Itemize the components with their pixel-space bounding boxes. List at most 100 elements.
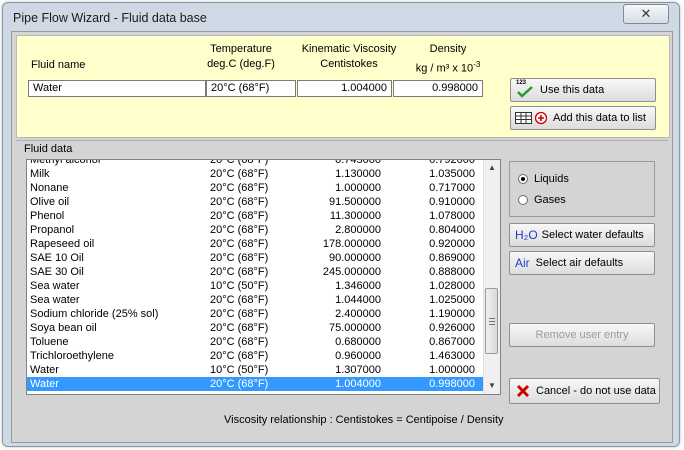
fluid-list-row[interactable]: Trichloroethylene 20°C (68°F) 0.960000 1.46… bbox=[27, 349, 483, 363]
select-air-defaults-button[interactable]: Air Select air defaults bbox=[509, 251, 655, 275]
list-scrollbar[interactable]: ▲ ▼ bbox=[483, 160, 500, 394]
viscosity-cell: 0.680000 bbox=[335, 336, 381, 348]
fluid-name-field[interactable]: Water bbox=[28, 80, 206, 97]
viscosity-cell: 2.400000 bbox=[335, 308, 381, 320]
liquids-radio[interactable]: Liquids bbox=[518, 173, 569, 185]
fluid-list-row[interactable]: Rapeseed oil 20°C (68°F) 178.000000 0.92000… bbox=[27, 237, 483, 251]
window-title: Pipe Flow Wizard - Fluid data base bbox=[13, 11, 207, 25]
fluid-list-row[interactable]: Water 20°C (68°F) 1.004000 0.998000 bbox=[27, 377, 483, 391]
gases-label: Gases bbox=[534, 194, 566, 206]
fluid-name-cell: SAE 10 Oil bbox=[30, 252, 84, 264]
fluid-list-row[interactable]: Sodium chloride (25% sol) 20°C (68°F) 2.40… bbox=[27, 307, 483, 321]
dialog-client: Fluid name Temperature deg.C (deg.F) Kin… bbox=[11, 31, 673, 443]
density-cell: 0.910000 bbox=[429, 196, 475, 208]
radio-selected-icon[interactable] bbox=[518, 174, 528, 184]
fluid-list-row[interactable]: Toluene 20°C (68°F) 0.680000 0.867000 bbox=[27, 335, 483, 349]
fluid-list-row[interactable]: Sea water 10°C (50°F) 1.346000 1.028000 bbox=[27, 279, 483, 293]
fluid-database-window: Pipe Flow Wizard - Fluid data base ✕ Flu… bbox=[2, 2, 680, 447]
temperature-header: Temperature deg.C (deg.F) bbox=[207, 43, 275, 70]
density-cell: 0.926000 bbox=[429, 322, 475, 334]
close-button[interactable]: ✕ bbox=[623, 4, 669, 24]
cancel-label: Cancel - do not use data bbox=[536, 385, 656, 397]
fluid-list-row[interactable]: Methyl alcohol 20°C (68°F) 0.745000 0.79200… bbox=[27, 159, 483, 167]
temperature-field[interactable]: 20°C (68°F) bbox=[206, 80, 296, 97]
temperature-cell: 20°C (68°F) bbox=[210, 182, 269, 194]
temperature-cell: 20°C (68°F) bbox=[210, 159, 269, 166]
fluid-list-row[interactable]: Olive oil 20°C (68°F) 91.500000 0.910000 bbox=[27, 195, 483, 209]
fluid-list-row[interactable]: Milk 20°C (68°F) 1.130000 1.035000 bbox=[27, 167, 483, 181]
viscosity-field[interactable]: 1.004000 bbox=[297, 80, 392, 97]
temperature-cell: 20°C (68°F) bbox=[210, 238, 269, 250]
fluid-list-row[interactable]: Nonane 20°C (68°F) 1.000000 0.717000 bbox=[27, 181, 483, 195]
temperature-cell: 20°C (68°F) bbox=[210, 196, 269, 208]
fluid-name-cell: SAE 30 Oil bbox=[30, 266, 84, 278]
fluid-list-row[interactable]: SAE 30 Oil 20°C (68°F) 245.000000 0.888000 bbox=[27, 265, 483, 279]
scroll-up-arrow-icon[interactable]: ▲ bbox=[484, 160, 500, 176]
temperature-cell: 20°C (68°F) bbox=[210, 350, 269, 362]
viscosity-cell: 0.745000 bbox=[335, 159, 381, 166]
fluid-name-cell: Olive oil bbox=[30, 196, 70, 208]
viscosity-cell: 11.300000 bbox=[329, 210, 381, 222]
temperature-cell: 10°C (50°F) bbox=[210, 280, 269, 292]
selected-fluid-panel: Fluid name Temperature deg.C (deg.F) Kin… bbox=[16, 35, 670, 138]
viscosity-cell: 0.960000 bbox=[335, 350, 381, 362]
density-field[interactable]: 0.998000 bbox=[393, 80, 483, 97]
water-molecule-icon: H₂O bbox=[515, 228, 538, 242]
temperature-cell: 20°C (68°F) bbox=[210, 224, 269, 236]
fluid-name-cell: Water bbox=[30, 378, 59, 390]
fluid-name-cell: Trichloroethylene bbox=[30, 350, 114, 362]
use-this-data-button[interactable]: 123 Use this data bbox=[510, 78, 656, 102]
cancel-button[interactable]: Cancel - do not use data bbox=[509, 378, 660, 404]
fluid-name-cell: Propanol bbox=[30, 224, 75, 236]
fluid-name-cell: Methyl alcohol bbox=[30, 159, 101, 166]
scroll-down-arrow-icon[interactable]: ▼ bbox=[484, 378, 500, 394]
fluid-list[interactable]: Methyl alcohol 20°C (68°F) 0.745000 0.79200… bbox=[26, 159, 501, 395]
close-icon[interactable]: ✕ bbox=[641, 6, 652, 21]
viscosity-cell: 1.346000 bbox=[335, 280, 381, 292]
gases-radio[interactable]: Gases bbox=[518, 194, 566, 206]
temperature-cell: 20°C (68°F) bbox=[210, 378, 269, 390]
density-cell: 0.920000 bbox=[429, 238, 475, 250]
density-cell: 0.869000 bbox=[429, 252, 475, 264]
viscosity-cell: 1.044000 bbox=[335, 294, 381, 306]
fluid-name-cell: Milk bbox=[30, 168, 50, 180]
fluid-list-row[interactable]: Soya bean oil 20°C (68°F) 75.000000 0.92600… bbox=[27, 321, 483, 335]
fluid-list-row[interactable]: Water 10°C (50°F) 1.307000 1.000000 bbox=[27, 363, 483, 377]
viscosity-header: Kinematic Viscosity Centistokes bbox=[301, 43, 397, 70]
radio-unselected-icon[interactable] bbox=[518, 195, 528, 205]
viscosity-cell: 178.000000 bbox=[322, 238, 381, 250]
fluid-type-group: Liquids Gases bbox=[509, 161, 655, 217]
remove-user-entry-button[interactable]: Remove user entry bbox=[509, 323, 655, 347]
title-bar: Pipe Flow Wizard - Fluid data base ✕ bbox=[3, 3, 679, 33]
fluid-list-row[interactable]: Phenol 20°C (68°F) 11.300000 1.078000 bbox=[27, 209, 483, 223]
remove-user-entry-label: Remove user entry bbox=[535, 329, 629, 341]
fluid-list-row[interactable]: SAE 10 Oil 20°C (68°F) 90.000000 0.869000 bbox=[27, 251, 483, 265]
select-water-defaults-button[interactable]: H₂O Select water defaults bbox=[509, 223, 655, 247]
density-cell: 0.792000 bbox=[429, 159, 475, 166]
fluid-list-row[interactable]: Propanol 20°C (68°F) 2.800000 0.804000 bbox=[27, 223, 483, 237]
fluid-name-cell: Phenol bbox=[30, 210, 65, 222]
fluid-data-panel: Fluid data Methyl alcohol 20°C (68°F) 0.74… bbox=[16, 140, 668, 439]
fluid-name-cell: Sea water bbox=[30, 294, 80, 306]
viscosity-cell: 1.000000 bbox=[335, 182, 381, 194]
temperature-cell: 20°C (68°F) bbox=[210, 252, 269, 264]
air-icon: Air bbox=[515, 256, 530, 270]
checkmark-icon: 123 bbox=[516, 80, 534, 98]
viscosity-cell: 90.000000 bbox=[329, 252, 381, 264]
viscosity-cell: 1.130000 bbox=[335, 168, 381, 180]
fluid-list-rows: Methyl alcohol 20°C (68°F) 0.745000 0.79200… bbox=[27, 159, 483, 391]
liquids-label: Liquids bbox=[534, 173, 569, 185]
fluid-name-cell: Nonane bbox=[30, 182, 69, 194]
density-cell: 1.035000 bbox=[429, 168, 475, 180]
density-cell: 0.867000 bbox=[429, 336, 475, 348]
select-air-label: Select air defaults bbox=[535, 257, 624, 269]
scroll-thumb[interactable] bbox=[485, 288, 498, 354]
viscosity-cell: 2.800000 bbox=[335, 224, 381, 236]
density-cell: 1.000000 bbox=[429, 364, 475, 376]
fluid-list-row[interactable]: Sea water 20°C (68°F) 1.044000 1.025000 bbox=[27, 293, 483, 307]
fluid-name-cell: Sea water bbox=[30, 280, 80, 292]
density-header: Density kg / m³ x 10-3 bbox=[415, 43, 481, 75]
add-to-list-button[interactable]: Add this data to list bbox=[510, 106, 656, 130]
fluid-data-label: Fluid data bbox=[24, 143, 73, 155]
density-cell: 0.888000 bbox=[429, 266, 475, 278]
